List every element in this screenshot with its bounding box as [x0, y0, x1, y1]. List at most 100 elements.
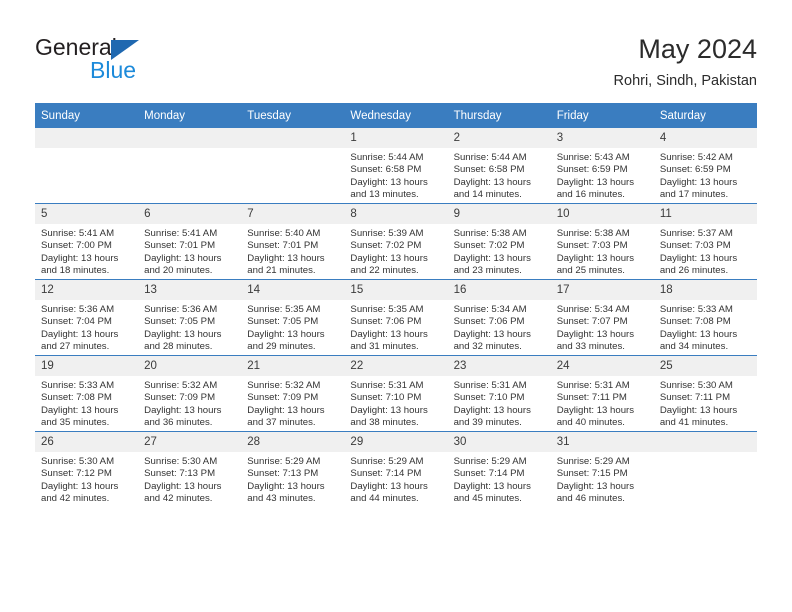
sunrise-time: Sunrise: 5:35 AM	[247, 304, 321, 315]
day-details: Sunrise: 5:29 AM Sunset: 7:14 PM Daylight:…	[448, 452, 551, 505]
calendar-day-cell[interactable]: 9 Sunrise: 5:38 AM Sunset: 7:02 PM Daylight…	[447, 203, 551, 280]
sunset-time: Sunset: 7:15 PM	[556, 468, 628, 480]
calendar-day-cell[interactable]: 29 Sunrise: 5:29 AM Sunset: 7:14 PM Dayligh…	[344, 431, 448, 507]
calendar-day-cell[interactable]: 26 Sunrise: 5:30 AM Sunset: 7:12 PM Dayligh…	[35, 431, 139, 507]
sunset-time: Sunset: 7:06 PM	[453, 316, 525, 328]
day-details: Sunrise: 5:32 AM Sunset: 7:09 PM Daylight:…	[241, 376, 344, 429]
day-details: Sunrise: 5:43 AM Sunset: 6:59 PM Daylight:…	[551, 148, 654, 201]
weekday-header-thursday: Thursday	[447, 103, 551, 128]
calendar-day-cell[interactable]: 30 Sunrise: 5:29 AM Sunset: 7:14 PM Dayligh…	[447, 431, 551, 507]
daylight-duration-line1: Daylight: 13 hours	[556, 176, 635, 188]
sunset-time: Sunset: 7:10 PM	[453, 392, 525, 404]
page-title: May 2024	[638, 34, 757, 64]
day-details: Sunrise: 5:34 AM Sunset: 7:07 PM Daylight:…	[551, 300, 654, 353]
daylight-duration-line1: Daylight: 13 hours	[350, 480, 428, 492]
sunrise-time: Sunrise: 5:29 AM	[247, 456, 321, 467]
calendar-day-cell-empty	[35, 128, 139, 204]
calendar-day-cell[interactable]: 22 Sunrise: 5:31 AM Sunset: 7:10 PM Dayligh…	[344, 355, 448, 432]
general-blue-logo[interactable]: General Blue	[35, 34, 235, 86]
daylight-duration-line1: Daylight: 13 hours	[41, 480, 119, 492]
calendar-day-cell[interactable]: 2 Sunrise: 5:44 AM Sunset: 6:58 PM Daylight…	[447, 128, 551, 204]
calendar-day-cell[interactable]: 11 Sunrise: 5:37 AM Sunset: 7:03 PM Dayligh…	[653, 203, 757, 280]
weekday-header-friday: Friday	[550, 103, 654, 128]
daylight-duration-line1: Daylight: 13 hours	[144, 404, 222, 416]
daylight-duration-line1: Daylight: 13 hours	[247, 404, 325, 416]
day-details: Sunrise: 5:31 AM Sunset: 7:11 PM Daylight:…	[551, 376, 654, 429]
calendar-day-cell[interactable]: 21 Sunrise: 5:32 AM Sunset: 7:09 PM Dayligh…	[241, 355, 345, 432]
sunrise-time: Sunrise: 5:38 AM	[453, 228, 527, 239]
sunrise-time: Sunrise: 5:36 AM	[144, 304, 218, 315]
sunrise-time: Sunrise: 5:39 AM	[350, 228, 424, 239]
calendar-week-row: 26 Sunrise: 5:30 AM Sunset: 7:12 PM Dayligh…	[35, 431, 757, 507]
calendar-day-cell[interactable]: 24 Sunrise: 5:31 AM Sunset: 7:11 PM Dayligh…	[550, 355, 654, 432]
day-details: Sunrise: 5:39 AM Sunset: 7:02 PM Daylight:…	[344, 224, 447, 277]
weekday-header-saturday: Saturday	[653, 103, 757, 128]
calendar-day-cell[interactable]: 31 Sunrise: 5:29 AM Sunset: 7:15 PM Dayligh…	[550, 431, 654, 507]
day-details: Sunrise: 5:31 AM Sunset: 7:10 PM Daylight:…	[344, 376, 447, 429]
calendar-day-cell[interactable]: 6 Sunrise: 5:41 AM Sunset: 7:01 PM Daylight…	[138, 203, 242, 280]
calendar-day-cell[interactable]: 1 Sunrise: 5:44 AM Sunset: 6:58 PM Daylight…	[344, 128, 448, 204]
day-number: 26	[35, 432, 139, 452]
calendar-day-cell[interactable]: 7 Sunrise: 5:40 AM Sunset: 7:01 PM Daylight…	[241, 203, 345, 280]
sunrise-time: Sunrise: 5:31 AM	[453, 380, 527, 391]
calendar-day-cell[interactable]: 16 Sunrise: 5:34 AM Sunset: 7:06 PM Dayligh…	[447, 279, 551, 356]
calendar-day-cell[interactable]: 19 Sunrise: 5:33 AM Sunset: 7:08 PM Dayligh…	[35, 355, 139, 432]
sunset-time: Sunset: 7:07 PM	[556, 316, 628, 328]
calendar-day-cell[interactable]: 4 Sunrise: 5:42 AM Sunset: 6:59 PM Daylight…	[653, 128, 757, 204]
calendar-day-cell[interactable]: 12 Sunrise: 5:36 AM Sunset: 7:04 PM Dayligh…	[35, 279, 139, 356]
calendar-day-cell[interactable]: 25 Sunrise: 5:30 AM Sunset: 7:11 PM Dayligh…	[653, 355, 757, 432]
sunset-time: Sunset: 7:09 PM	[247, 392, 319, 404]
weekday-header-sunday: Sunday	[35, 103, 139, 128]
day-number: 8	[344, 204, 448, 224]
sunset-time: Sunset: 7:14 PM	[350, 468, 422, 480]
daylight-duration-line2: and 42 minutes.	[41, 492, 110, 504]
daylight-duration-line2: and 26 minutes.	[659, 264, 729, 276]
daylight-duration-line1: Daylight: 13 hours	[453, 328, 531, 340]
calendar-day-cell[interactable]: 10 Sunrise: 5:38 AM Sunset: 7:03 PM Dayligh…	[550, 203, 654, 280]
day-details: Sunrise: 5:41 AM Sunset: 7:01 PM Daylight:…	[138, 224, 241, 277]
daylight-duration-line2: and 35 minutes.	[41, 416, 110, 428]
sunset-time: Sunset: 7:00 PM	[41, 240, 112, 252]
sunrise-time: Sunrise: 5:29 AM	[556, 456, 630, 467]
day-details: Sunrise: 5:44 AM Sunset: 6:58 PM Daylight:…	[448, 148, 551, 201]
calendar-day-cell[interactable]: 13 Sunrise: 5:36 AM Sunset: 7:05 PM Dayligh…	[138, 279, 242, 356]
sunrise-time: Sunrise: 5:32 AM	[247, 380, 321, 391]
calendar-day-cell[interactable]: 20 Sunrise: 5:32 AM Sunset: 7:09 PM Dayligh…	[138, 355, 242, 432]
day-number	[35, 128, 139, 148]
sunrise-time: Sunrise: 5:42 AM	[659, 152, 733, 163]
sunset-time: Sunset: 7:12 PM	[41, 468, 112, 480]
calendar-day-cell[interactable]: 14 Sunrise: 5:35 AM Sunset: 7:05 PM Dayligh…	[241, 279, 345, 356]
calendar-day-cell[interactable]: 27 Sunrise: 5:30 AM Sunset: 7:13 PM Dayligh…	[138, 431, 242, 507]
calendar-day-cell[interactable]: 18 Sunrise: 5:33 AM Sunset: 7:08 PM Dayligh…	[653, 279, 757, 356]
calendar-day-cell-empty	[653, 431, 757, 507]
calendar-day-cell[interactable]: 17 Sunrise: 5:34 AM Sunset: 7:07 PM Dayligh…	[550, 279, 654, 356]
daylight-duration-line1: Daylight: 13 hours	[556, 480, 635, 492]
sunset-time: Sunset: 7:11 PM	[659, 392, 731, 404]
daylight-duration-line1: Daylight: 13 hours	[350, 252, 428, 264]
day-number: 1	[344, 128, 448, 148]
daylight-duration-line1: Daylight: 13 hours	[453, 176, 531, 188]
sunrise-time: Sunrise: 5:32 AM	[144, 380, 218, 391]
sunset-time: Sunset: 6:58 PM	[350, 164, 422, 176]
day-details: Sunrise: 5:31 AM Sunset: 7:10 PM Daylight:…	[448, 376, 551, 429]
daylight-duration-line2: and 20 minutes.	[144, 264, 213, 276]
day-number: 11	[653, 204, 757, 224]
calendar-day-cell[interactable]: 5 Sunrise: 5:41 AM Sunset: 7:00 PM Daylight…	[35, 203, 139, 280]
calendar-header-row: Sunday Monday Tuesday Wednesday Thursday Frid…	[35, 103, 757, 128]
daylight-duration-line1: Daylight: 13 hours	[659, 328, 738, 340]
calendar-day-cell[interactable]: 23 Sunrise: 5:31 AM Sunset: 7:10 PM Dayligh…	[447, 355, 551, 432]
daylight-duration-line2: and 38 minutes.	[350, 416, 419, 428]
sunrise-time: Sunrise: 5:30 AM	[41, 456, 115, 467]
daylight-duration-line2: and 33 minutes.	[556, 340, 625, 352]
daylight-duration-line2: and 34 minutes.	[659, 340, 729, 352]
calendar-day-cell[interactable]: 15 Sunrise: 5:35 AM Sunset: 7:06 PM Dayligh…	[344, 279, 448, 356]
day-details: Sunrise: 5:35 AM Sunset: 7:06 PM Daylight:…	[344, 300, 447, 353]
sunrise-time: Sunrise: 5:41 AM	[144, 228, 218, 239]
calendar-day-cell[interactable]: 3 Sunrise: 5:43 AM Sunset: 6:59 PM Daylight…	[550, 128, 654, 204]
title-block: May 2024 Rohri, Sindh, Pakistan	[614, 33, 757, 91]
calendar-day-cell[interactable]: 8 Sunrise: 5:39 AM Sunset: 7:02 PM Daylight…	[344, 203, 448, 280]
sunset-time: Sunset: 6:59 PM	[659, 164, 731, 176]
daylight-duration-line2: and 40 minutes.	[556, 416, 625, 428]
sunset-time: Sunset: 7:11 PM	[556, 392, 627, 404]
calendar-day-cell[interactable]: 28 Sunrise: 5:29 AM Sunset: 7:13 PM Dayligh…	[241, 431, 345, 507]
